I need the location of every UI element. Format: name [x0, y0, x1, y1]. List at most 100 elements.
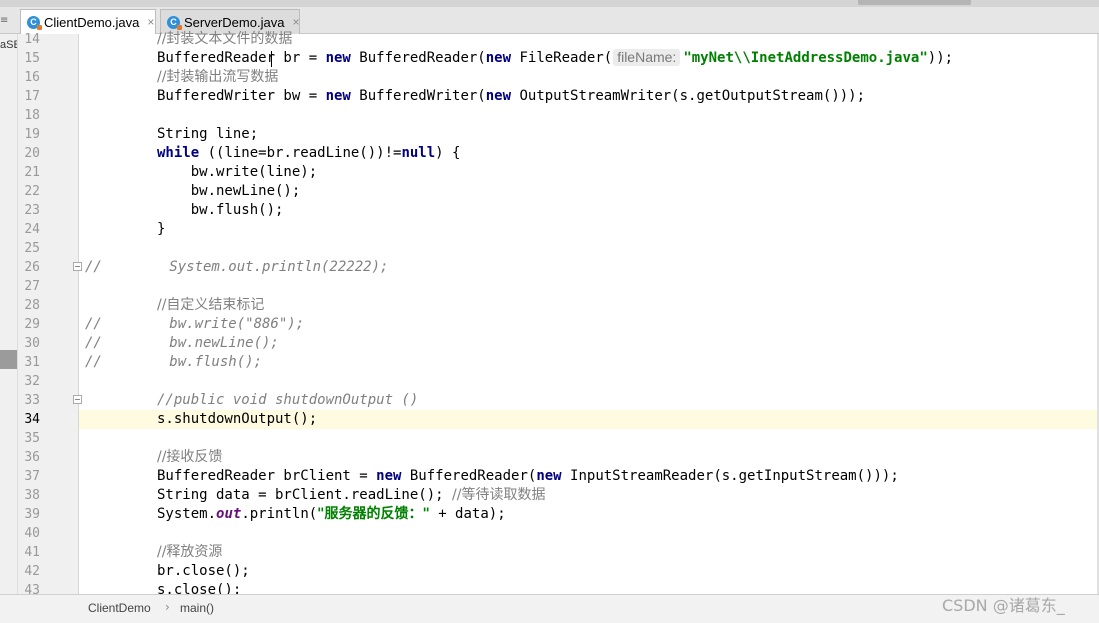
- code-token: BufferedWriter(: [350, 88, 486, 104]
- code-text: String line;: [157, 125, 258, 144]
- code-line[interactable]: 30 // bw.newLine();: [0, 334, 1099, 353]
- code-line[interactable]: 14 //封装文本文件的数据: [0, 30, 1099, 49]
- fold-icon[interactable]: [73, 395, 82, 404]
- code-token: BufferedReader(: [350, 50, 486, 66]
- code-token: ));: [927, 50, 954, 66]
- code-token: null: [401, 145, 436, 161]
- code-line[interactable]: 19 String line;: [0, 125, 1099, 144]
- code-token: "服务器的反馈：": [317, 506, 430, 522]
- parameter-hint: fileName:: [613, 49, 681, 66]
- code-token: new: [376, 468, 402, 484]
- code-line[interactable]: 18: [0, 106, 1099, 125]
- code-token: br.close();: [157, 563, 250, 579]
- code-line[interactable]: 28 //自定义结束标记: [0, 296, 1099, 315]
- line-number: 27: [24, 279, 40, 294]
- close-icon[interactable]: ×: [147, 15, 154, 29]
- code-token: OutputStreamWriter(s.getOutputStream()))…: [511, 88, 866, 104]
- line-number: 42: [24, 564, 40, 579]
- tab-bar-scroll-thumb[interactable]: [858, 0, 971, 5]
- line-number: 29: [24, 317, 40, 332]
- code-line[interactable]: 25: [0, 239, 1099, 258]
- code-line[interactable]: 20 while ((line=br.readLine())!=null) {: [0, 144, 1099, 163]
- line-number: 40: [24, 526, 40, 541]
- close-icon[interactable]: ×: [292, 15, 299, 29]
- code-line[interactable]: 29 // bw.write("886");: [0, 315, 1099, 334]
- code-text: bw.flush();: [157, 201, 284, 220]
- code-line[interactable]: 24}: [0, 220, 1099, 239]
- code-line[interactable]: 27: [0, 277, 1099, 296]
- code-line[interactable]: 37 BufferedReader brClient = new Buffered…: [0, 467, 1099, 486]
- line-number: 14: [24, 32, 40, 47]
- line-number: 34: [24, 412, 40, 427]
- code-text: BufferedWriter bw = new BufferedWriter(n…: [157, 87, 865, 106]
- line-number: 41: [24, 545, 40, 560]
- code-token: + data);: [429, 506, 506, 522]
- code-line[interactable]: 36 //接收反馈: [0, 448, 1099, 467]
- code-text: //自定义结束标记: [157, 296, 264, 315]
- code-text: //封装输出流写数据: [157, 68, 278, 87]
- editor-tab-bar: ≡ C ClientDemo.java × C ServerDemo.java ×: [0, 0, 1099, 35]
- code-token: new: [536, 468, 562, 484]
- code-token: InputStreamReader(s.getInputStream()));: [561, 468, 899, 484]
- code-text: //释放资源: [157, 543, 222, 562]
- code-line[interactable]: 33 //public void shutdownOutput (): [0, 391, 1099, 410]
- code-token: //封装文本文件的数据: [157, 31, 293, 47]
- code-token: "myNet\\InetAddressDemo.java": [683, 50, 928, 66]
- line-number: 25: [24, 241, 40, 256]
- breadcrumb-separator: ›: [165, 600, 170, 614]
- code-text: //public void shutdownOutput (): [157, 391, 418, 410]
- code-token: bw.write(line);: [157, 164, 318, 180]
- code-text: // System.out.println(22222);: [85, 258, 388, 277]
- code-line[interactable]: 38 String data = brClient.readLine(); //等…: [0, 486, 1099, 505]
- code-token: ((line=br.readLine())!=: [199, 145, 402, 161]
- code-text: System.out.println("服务器的反馈：" + data);: [157, 505, 506, 524]
- line-number: 21: [24, 165, 40, 180]
- line-number: 28: [24, 298, 40, 313]
- code-line[interactable]: 15 BufferedReader br = new BufferedReader…: [0, 49, 1099, 68]
- code-line[interactable]: 32: [0, 372, 1099, 391]
- line-number: 16: [24, 70, 40, 85]
- code-token: bw.flush();: [157, 202, 284, 218]
- java-class-icon: C: [167, 15, 182, 30]
- code-token: // bw.write("886");: [85, 316, 305, 332]
- code-line[interactable]: 42 br.close();: [0, 562, 1099, 581]
- line-number: 22: [24, 184, 40, 199]
- line-number: 26: [24, 260, 40, 275]
- code-line[interactable]: 31 // bw.flush();: [0, 353, 1099, 372]
- code-line[interactable]: 39 System.out.println("服务器的反馈：" + data);: [0, 505, 1099, 524]
- code-token: // bw.flush();: [85, 354, 263, 370]
- breadcrumb-method[interactable]: main(): [180, 601, 214, 615]
- code-line[interactable]: 16 //封装输出流写数据: [0, 68, 1099, 87]
- code-line[interactable]: 35: [0, 429, 1099, 448]
- line-number: 36: [24, 450, 40, 465]
- fold-icon[interactable]: [73, 262, 82, 271]
- code-token: //接收反馈: [157, 449, 223, 465]
- tab-label: ClientDemo.java: [44, 14, 140, 30]
- code-token: new: [325, 50, 351, 66]
- code-text: BufferedReader br = new BufferedReader(n…: [157, 49, 953, 68]
- code-line[interactable]: 23 bw.flush();: [0, 201, 1099, 220]
- code-token: FileReader(: [511, 50, 613, 66]
- code-text: //封装文本文件的数据: [157, 30, 292, 49]
- code-line[interactable]: 21 bw.write(line);: [0, 163, 1099, 182]
- code-text: bw.newLine();: [157, 182, 301, 201]
- code-line[interactable]: 22 bw.newLine();: [0, 182, 1099, 201]
- menu-icon[interactable]: ≡: [0, 14, 12, 28]
- code-text: }: [157, 220, 165, 239]
- code-text: // bw.flush();: [85, 353, 262, 372]
- line-number: 19: [24, 127, 40, 142]
- code-line[interactable]: 41 //释放资源: [0, 543, 1099, 562]
- code-token: BufferedReader brClient =: [157, 468, 377, 484]
- line-number: 39: [24, 507, 40, 522]
- line-number: 17: [24, 89, 40, 104]
- code-token: //释放资源: [157, 544, 223, 560]
- breadcrumb-class[interactable]: ClientDemo: [88, 601, 151, 615]
- code-line[interactable]: 40: [0, 524, 1099, 543]
- code-line[interactable]: 34 s.shutdownOutput();: [24, 410, 1097, 429]
- watermark: CSDN @诸葛东_: [942, 596, 1065, 615]
- code-text: s.shutdownOutput();: [157, 410, 317, 429]
- code-line[interactable]: 17 BufferedWriter bw = new BufferedWriter…: [0, 87, 1099, 106]
- code-line[interactable]: 26 // System.out.println(22222);: [0, 258, 1099, 277]
- line-number: 33: [24, 393, 40, 408]
- code-token: .println(: [241, 506, 318, 522]
